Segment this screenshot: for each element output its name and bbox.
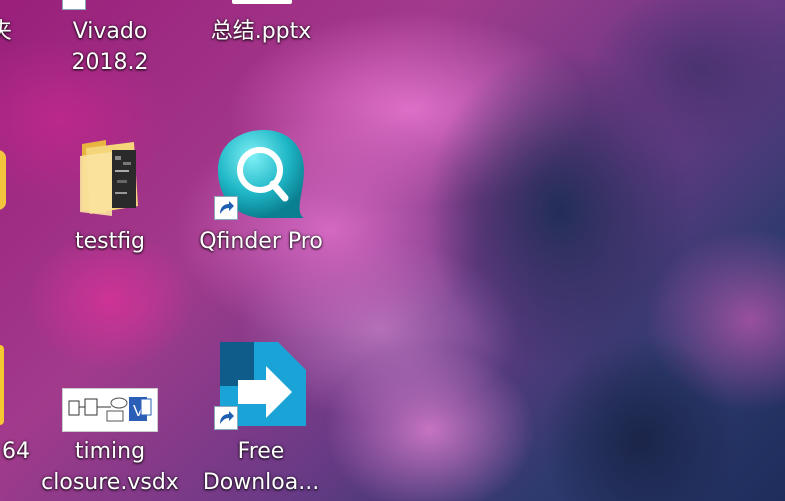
desktop-item-partial-bottom-label[interactable]: 64 — [0, 436, 30, 467]
partial-folder-icon-bottom[interactable] — [0, 345, 4, 425]
vivado-label[interactable]: Vivado 2018.2 — [35, 16, 185, 78]
free-download-label-line2: Downloa... — [202, 470, 320, 495]
free-download-label-line1: Free — [237, 439, 285, 464]
partial-folder-icon-top[interactable] — [0, 150, 6, 210]
vsdx-label-line2: closure.vsdx — [41, 470, 179, 495]
vivado-icon[interactable] — [60, 0, 90, 12]
vsdx-file-icon[interactable]: V — [62, 388, 158, 432]
folder-icon[interactable] — [76, 136, 142, 218]
vivado-label-line1: Vivado — [72, 19, 148, 44]
shortcut-arrow-icon — [214, 196, 238, 220]
qfinder-pro-label[interactable]: Qfinder Pro — [186, 226, 336, 257]
vivado-label-line2: 2018.2 — [71, 50, 149, 75]
free-download-label[interactable]: Free Downloa... — [186, 436, 336, 498]
folder-label[interactable]: testfig — [35, 226, 185, 257]
pptx-file-label[interactable]: 总结.pptx — [186, 16, 336, 47]
vsdx-label-line1: timing — [74, 439, 146, 464]
vsdx-file-label[interactable]: timing closure.vsdx — [35, 436, 185, 498]
shortcut-arrow-icon — [62, 0, 86, 10]
free-download-manager-icon[interactable] — [214, 336, 308, 430]
shortcut-arrow-icon — [214, 406, 238, 430]
qfinder-pro-icon[interactable] — [212, 128, 308, 220]
pptx-file-icon[interactable] — [232, 0, 292, 4]
desktop-item-partial-top-label[interactable]: 夹 — [0, 16, 12, 47]
